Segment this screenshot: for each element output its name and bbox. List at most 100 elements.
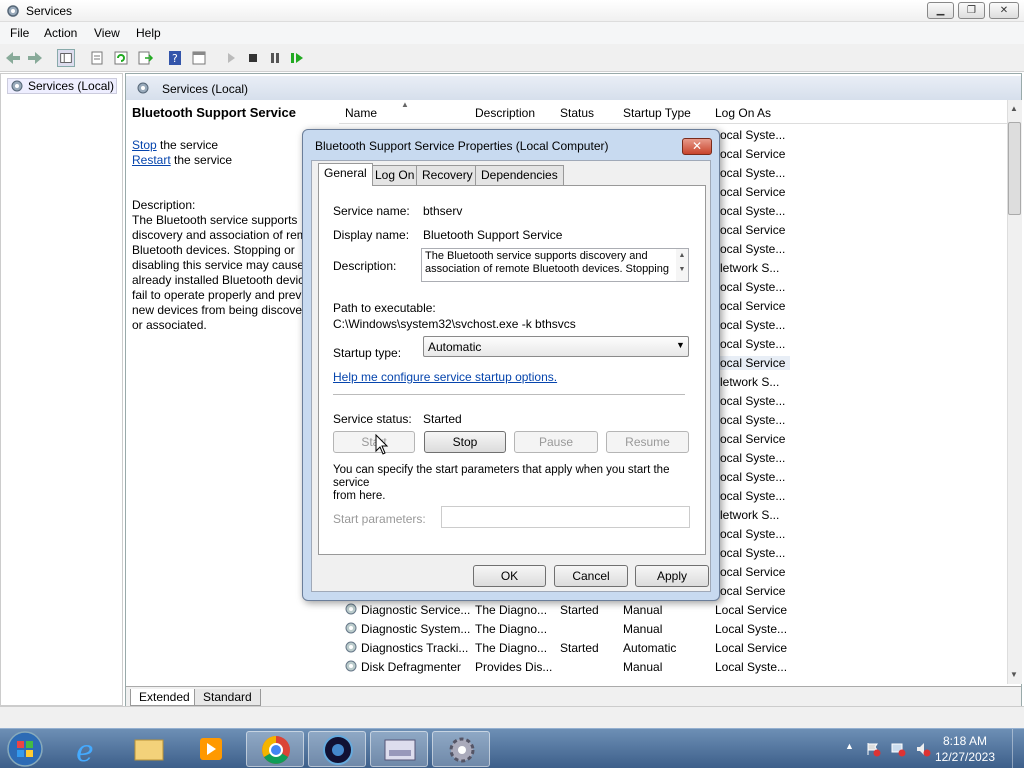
- startup-type-select[interactable]: Automatic ▼: [423, 336, 689, 357]
- stop-button[interactable]: Stop: [424, 431, 506, 453]
- volume-muted-icon[interactable]: [915, 741, 931, 757]
- logon-cell: ocal Syste...: [720, 337, 786, 351]
- column-description[interactable]: Description: [475, 106, 535, 120]
- dialog-title: Bluetooth Support Service Properties (Lo…: [315, 139, 609, 153]
- table-row[interactable]: Diagnostic System... The Diagno... Manua…: [342, 619, 1007, 638]
- pause-service-icon[interactable]: [266, 49, 284, 67]
- console-window-icon[interactable]: [190, 49, 208, 67]
- stop-service-icon[interactable]: [244, 49, 262, 67]
- action-center-flag-icon[interactable]: [865, 741, 881, 757]
- table-row[interactable]: Diagnostics Tracki... The Diagno... Star…: [342, 638, 1007, 657]
- back-arrow-icon[interactable]: [4, 49, 22, 67]
- logon-cell: ocal Service: [720, 356, 790, 370]
- tab-dependencies[interactable]: Dependencies: [475, 165, 564, 185]
- minimize-button[interactable]: ▁: [927, 2, 954, 19]
- description-textbox[interactable]: The Bluetooth service supports discovery…: [421, 248, 689, 282]
- restart-service-icon[interactable]: [288, 49, 306, 67]
- scrollbar-thumb[interactable]: [1008, 122, 1021, 215]
- logon-cell: letwork S...: [720, 375, 780, 389]
- scroll-up-icon[interactable]: ▲: [1010, 104, 1018, 113]
- help-configure-link[interactable]: Help me configure service startup option…: [333, 370, 557, 384]
- keyboard-icon: [384, 739, 416, 761]
- desc-line: fail to operate properly and prev: [132, 288, 302, 302]
- dialog-close-button[interactable]: ✕: [682, 138, 712, 155]
- row-logon: Local Service: [715, 603, 788, 617]
- taskbar-chrome[interactable]: [246, 731, 304, 767]
- logon-cell: ocal Syste...: [720, 546, 786, 560]
- column-name[interactable]: Name: [345, 106, 377, 120]
- table-row[interactable]: Disk Defragmenter Provides Dis... Manual…: [342, 657, 1007, 676]
- desc-line: association of remote Bluetooth devices.…: [425, 263, 669, 275]
- forward-arrow-icon[interactable]: [26, 49, 44, 67]
- desc-line: discovery and association of rem: [132, 228, 302, 242]
- maximize-button[interactable]: ❐: [958, 2, 985, 19]
- ok-button[interactable]: OK: [473, 565, 546, 587]
- refresh-icon[interactable]: [112, 49, 130, 67]
- tree-item-services-local[interactable]: Services (Local): [7, 78, 118, 94]
- apply-button[interactable]: Apply: [635, 565, 709, 587]
- window-title: Services: [26, 4, 73, 18]
- tab-general[interactable]: General: [318, 163, 373, 186]
- resume-button[interactable]: Resume: [606, 431, 689, 453]
- table-row[interactable]: Diagnostic Service... The Diagno... Star…: [342, 600, 1007, 619]
- show-hidden-icons-icon[interactable]: ▲: [845, 741, 854, 751]
- network-icon[interactable]: [890, 741, 906, 757]
- menu-action[interactable]: Action: [44, 26, 77, 40]
- pause-button[interactable]: Pause: [514, 431, 598, 453]
- taskbar-media-player[interactable]: [182, 731, 240, 767]
- show-hide-tree-icon[interactable]: [57, 49, 75, 67]
- logon-cell: ocal Service: [720, 584, 786, 598]
- logon-cell: ocal Service: [720, 223, 786, 237]
- start-service-icon[interactable]: [222, 49, 240, 67]
- desc-line: new devices from being discove: [132, 303, 302, 317]
- clock[interactable]: 8:18 AM 12/27/2023: [930, 733, 1000, 765]
- folder-icon: [134, 739, 164, 761]
- tab-standard[interactable]: Standard: [194, 689, 261, 706]
- cancel-button[interactable]: Cancel: [554, 565, 628, 587]
- scroll-down-icon[interactable]: ▼: [1010, 670, 1018, 679]
- path-label: Path to executable:: [333, 301, 436, 315]
- taskbar-keyboard-app[interactable]: [370, 731, 428, 767]
- column-startup-type[interactable]: Startup Type: [623, 106, 691, 120]
- help-icon[interactable]: ?: [166, 49, 184, 67]
- start-params-input[interactable]: [441, 506, 690, 528]
- clock-date: 12/27/2023: [934, 750, 996, 764]
- tab-extended[interactable]: Extended: [130, 689, 199, 706]
- desc-line: disabling this service may cause: [132, 258, 302, 272]
- tab-log-on[interactable]: Log On: [369, 165, 421, 185]
- properties-sheet-icon[interactable]: [88, 49, 106, 67]
- logon-cell: ocal Service: [720, 565, 786, 579]
- stop-link-suffix: the service: [156, 138, 219, 152]
- taskbar-explorer[interactable]: [120, 731, 178, 767]
- taskbar-internet-explorer[interactable]: e: [60, 731, 118, 768]
- taskbar-app-camera[interactable]: [308, 731, 366, 767]
- startup-type-value: Automatic: [428, 340, 482, 354]
- column-log-on-as[interactable]: Log On As: [715, 106, 771, 120]
- start-button-icon[interactable]: [6, 730, 44, 768]
- taskbar-services[interactable]: [432, 731, 490, 767]
- service-gear-icon: [345, 603, 357, 615]
- desc-line: The Bluetooth service supports: [132, 213, 298, 227]
- export-list-icon[interactable]: [136, 49, 154, 67]
- services-gear-icon: [137, 82, 149, 94]
- column-status[interactable]: Status: [560, 106, 594, 120]
- tab-recovery[interactable]: Recovery: [416, 165, 479, 185]
- menu-view[interactable]: View: [94, 26, 120, 40]
- stop-service-link[interactable]: Stop: [132, 138, 157, 152]
- start-button[interactable]: Start: [333, 431, 415, 453]
- menu-help[interactable]: Help: [136, 26, 161, 40]
- media-player-icon: [200, 738, 222, 760]
- menu-file[interactable]: File: [10, 26, 29, 40]
- taskbar: e ▲ 8:18 AM 12/27/2023: [0, 728, 1024, 768]
- row-startup: Manual: [623, 660, 663, 674]
- startup-type-label: Startup type:: [333, 346, 402, 360]
- service-name-label: Service name:: [333, 204, 410, 218]
- desc-line: or associated.: [132, 318, 207, 332]
- mouse-cursor-icon: [375, 434, 389, 455]
- show-desktop-button[interactable]: [1012, 729, 1024, 768]
- row-status: Started: [560, 641, 599, 655]
- desc-scrollbar[interactable]: ▲ ▼: [676, 249, 688, 281]
- restart-service-link[interactable]: Restart: [132, 153, 171, 167]
- logon-cell: ocal Service: [720, 185, 786, 199]
- close-button[interactable]: ✕: [989, 2, 1019, 19]
